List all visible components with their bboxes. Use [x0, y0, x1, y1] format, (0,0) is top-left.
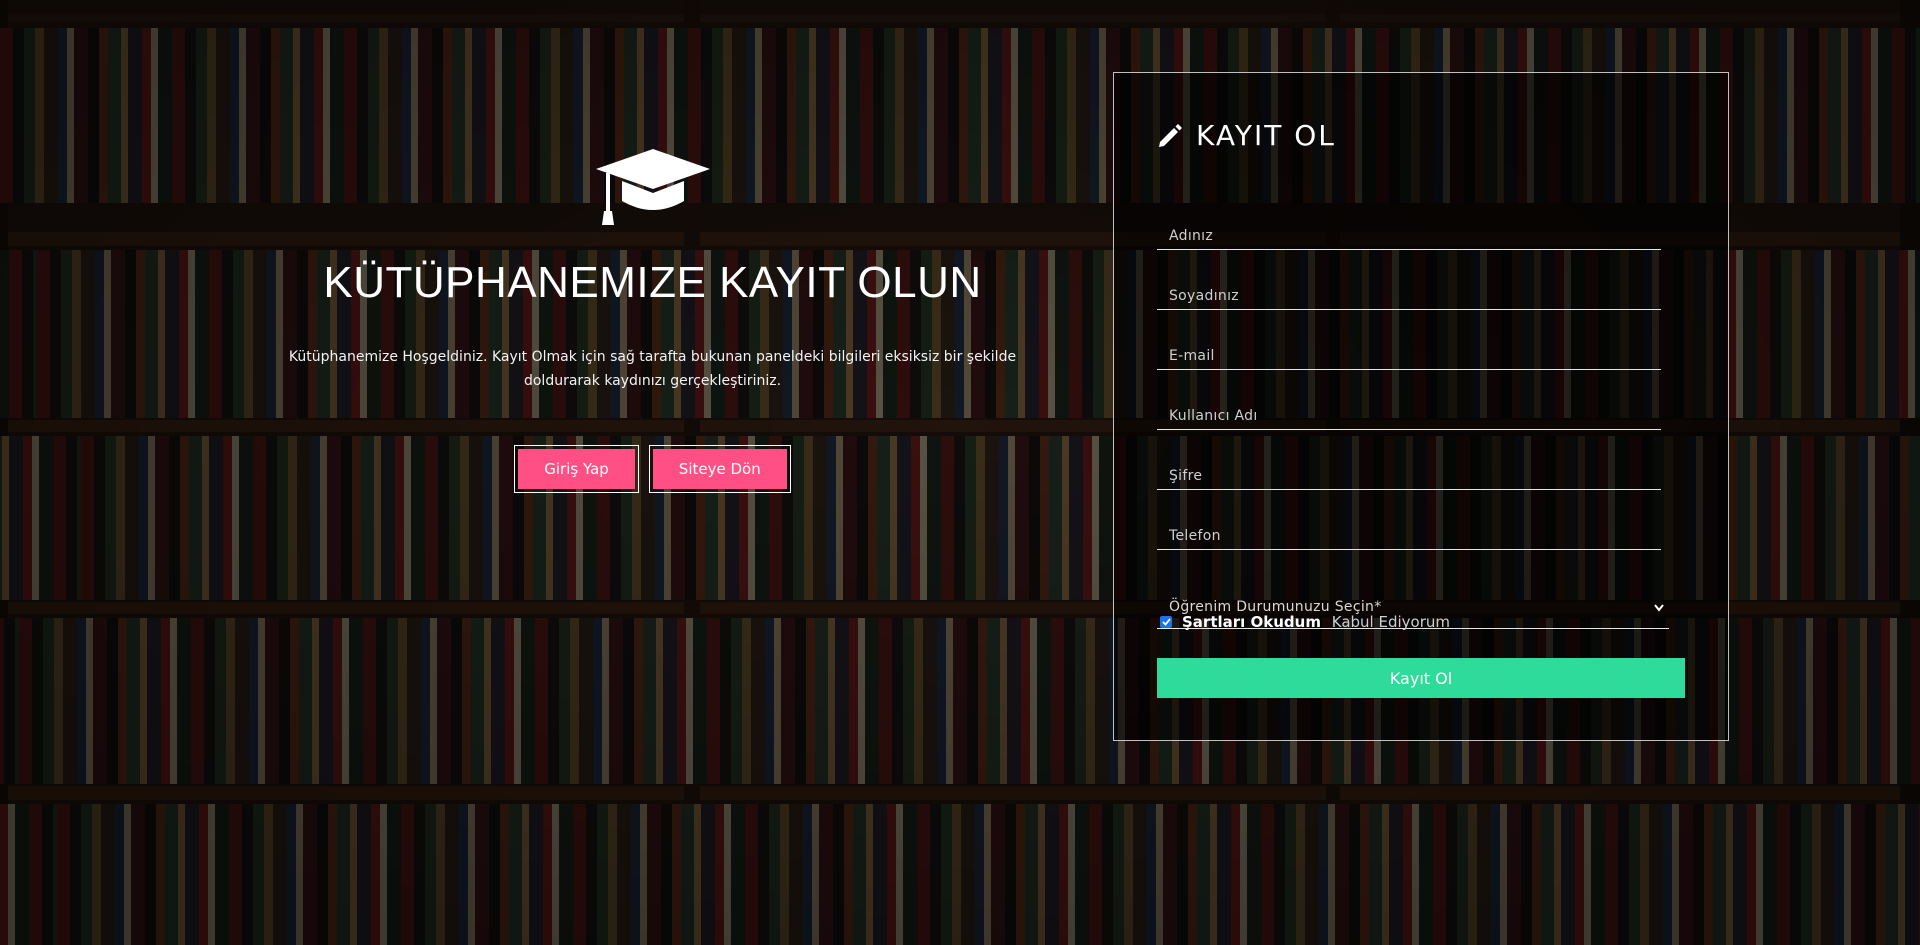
- email-input[interactable]: [1157, 330, 1661, 369]
- phone-input[interactable]: [1157, 510, 1661, 549]
- hero-section: KÜTÜPHANEMIZE KAYIT OLUN Kütüphanemize H…: [250, 145, 1055, 494]
- register-title: KAYIT OL: [1196, 119, 1336, 152]
- pencil-icon: [1159, 123, 1182, 147]
- last-name-input[interactable]: [1157, 270, 1661, 309]
- login-button[interactable]: Giriş Yap: [514, 445, 639, 494]
- username-field: [1157, 390, 1661, 430]
- last-name-field: [1157, 270, 1661, 310]
- hero-buttons: Giriş Yap Siteye Dön: [250, 445, 1055, 494]
- login-button-label: Giriş Yap: [518, 449, 635, 490]
- terms-row: Şartları Okudum Kabul Ediyorum: [1160, 613, 1450, 631]
- checkmark-icon: [1161, 618, 1171, 626]
- register-panel: KAYIT OL Öğrenim Durumunuzu Seçin* Şartl…: [1113, 72, 1729, 741]
- register-submit-button[interactable]: Kayıt Ol: [1157, 658, 1685, 698]
- phone-field: [1157, 510, 1661, 550]
- password-input[interactable]: [1157, 450, 1661, 489]
- username-input[interactable]: [1157, 390, 1661, 429]
- chevron-down-icon: [1654, 604, 1664, 612]
- terms-label-strong: Şartları Okudum: [1182, 613, 1321, 631]
- email-field: [1157, 330, 1661, 370]
- terms-checkbox[interactable]: [1160, 616, 1172, 628]
- hero-description: Kütüphanemize Hoşgeldiniz. Kayıt Olmak i…: [288, 349, 1017, 390]
- terms-label-light: Kabul Ediyorum: [1331, 613, 1451, 631]
- first-name-field: [1157, 210, 1661, 250]
- terms-label: Şartları Okudum Kabul Ediyorum: [1182, 613, 1450, 631]
- back-to-site-button[interactable]: Siteye Dön: [648, 445, 791, 494]
- back-to-site-button-label: Siteye Dön: [652, 449, 787, 490]
- first-name-input[interactable]: [1157, 210, 1661, 249]
- register-header: KAYIT OL: [1156, 119, 1336, 152]
- graduation-cap-icon: [595, 149, 710, 225]
- password-field: [1157, 450, 1661, 490]
- page-title: KÜTÜPHANEMIZE KAYIT OLUN: [323, 258, 982, 307]
